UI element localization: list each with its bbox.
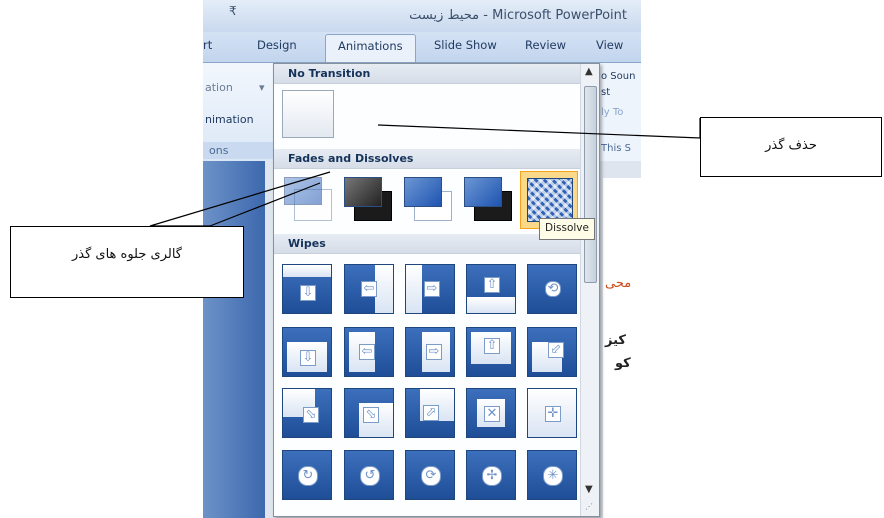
gallery-pointer-top (149, 171, 331, 227)
gallery-pointer-bottom (209, 182, 321, 227)
callout-remove-transition: حذف گذر (700, 117, 882, 177)
remove-transition-pointer (377, 118, 701, 139)
callout-transition-gallery: گالری جلوه های گذر (10, 226, 244, 298)
